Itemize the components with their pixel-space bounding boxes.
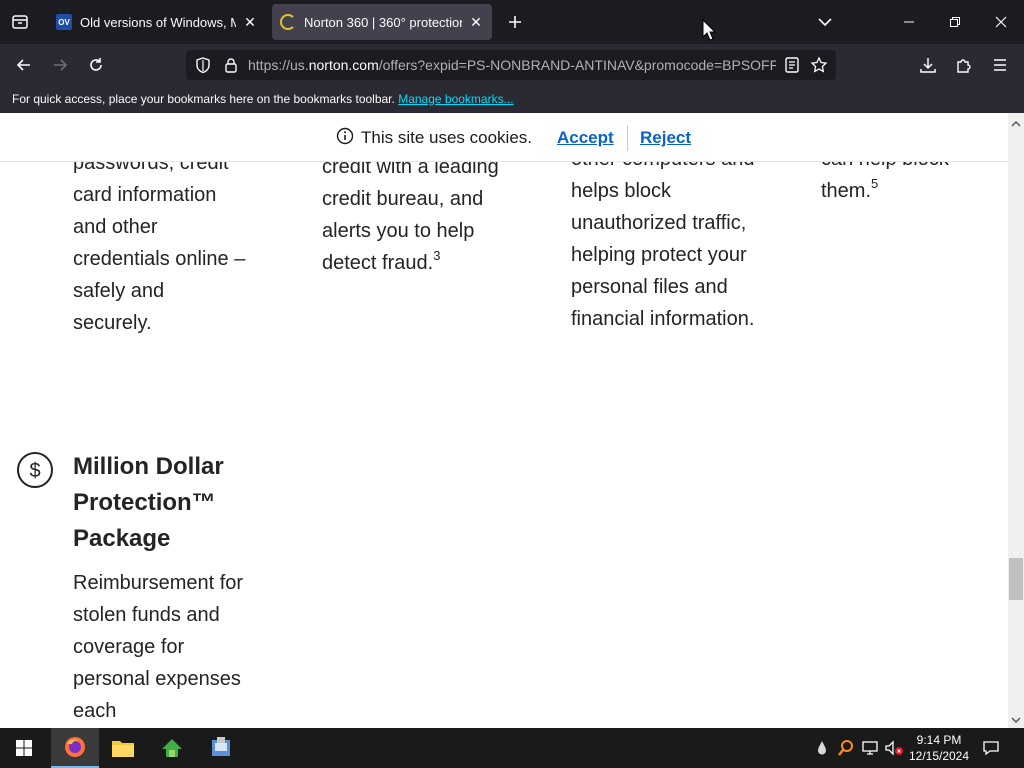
taskbar-installer-app[interactable]: [197, 728, 245, 768]
bookmarks-toolbar: For quick access, place your bookmarks h…: [0, 86, 1024, 113]
app-menu-button[interactable]: [986, 51, 1014, 79]
dollar-circle-icon: $: [16, 451, 54, 494]
arrow-left-icon: [16, 59, 30, 71]
url-suffix: /offers?expid=PS-NONBRAND-ANTINAV&promoc…: [378, 57, 776, 73]
notification-icon: [983, 741, 999, 756]
tab-norton[interactable]: Norton 360 | 360° protection fo ✕: [272, 4, 492, 40]
start-button[interactable]: [0, 728, 48, 768]
minimize-button[interactable]: [886, 0, 932, 44]
page-scrollbar[interactable]: [1008, 113, 1024, 728]
url-bar[interactable]: https://us.norton.com/offers?expid=PS-NO…: [186, 50, 836, 80]
footnote-marker: 3: [433, 248, 441, 263]
scrollbar-thumb[interactable]: [1009, 558, 1023, 600]
million-dollar-protection-title: Million Dollar Protection™ Package: [73, 453, 224, 552]
list-all-tabs-button[interactable]: [814, 12, 836, 32]
arrow-right-icon: [54, 59, 68, 71]
tab-close-icon[interactable]: ✕: [468, 14, 484, 30]
feature-text: credit with a leading credit bureau, and…: [322, 156, 499, 274]
feature-password-manager-text: passwords, credit card information and o…: [73, 147, 248, 339]
back-button[interactable]: [10, 51, 38, 79]
close-window-button[interactable]: [978, 0, 1024, 44]
volume-muted-tray-icon[interactable]: [884, 738, 904, 758]
tab-title: Norton 360 | 360° protection fo: [304, 14, 462, 30]
search-tray-icon[interactable]: [836, 738, 856, 758]
action-center-button[interactable]: [980, 738, 1002, 758]
cookie-message: This site uses cookies.: [361, 128, 533, 147]
hamburger-menu-icon: [994, 59, 1006, 71]
million-dollar-protection-description: Reimbursement for stolen funds and cover…: [73, 572, 244, 722]
puzzle-icon: [957, 59, 971, 73]
taskbar-firefox[interactable]: [51, 728, 99, 768]
firefox-view-button[interactable]: [8, 10, 32, 34]
minimize-icon: [904, 21, 914, 23]
url-prefix: https://us.: [248, 57, 309, 73]
feature-firewall-text: other computers and helps block unauthor…: [571, 143, 756, 335]
browser-titlebar: OV Old versions of Windows, Mac ✕ Norton…: [0, 0, 1024, 44]
mouse-pointer-icon: [702, 19, 716, 41]
bookmark-star-icon[interactable]: [810, 56, 828, 79]
navigation-toolbar: https://us.norton.com/offers?expid=PS-NO…: [0, 44, 1024, 86]
tab-title: Old versions of Windows, Mac: [80, 14, 236, 30]
lock-icon[interactable]: [222, 56, 240, 79]
windows-logo-icon: [16, 740, 32, 756]
firefox-view-icon: [12, 15, 28, 29]
tab-old-versions[interactable]: OV Old versions of Windows, Mac ✕: [48, 4, 266, 40]
accept-cookies-button[interactable]: Accept: [557, 128, 614, 148]
firefox-icon: [65, 737, 85, 757]
bookmarks-hint-text: For quick access, place your bookmarks h…: [12, 92, 395, 106]
info-icon: [336, 127, 354, 150]
taskbar-file-explorer[interactable]: [99, 728, 147, 768]
feature-credit-monitoring-text: credit with a leading credit bureau, and…: [322, 151, 507, 279]
cookie-divider: [627, 125, 628, 151]
plus-icon: [509, 16, 521, 28]
footnote-marker: 5: [871, 176, 879, 191]
forward-button[interactable]: [46, 51, 74, 79]
water-drop-tray-icon[interactable]: [812, 738, 832, 758]
feature-text: other computers and helps block unauthor…: [571, 148, 755, 330]
house-arrow-icon: [162, 739, 182, 757]
reload-button[interactable]: [82, 51, 110, 79]
new-tab-button[interactable]: [503, 10, 527, 34]
windows-taskbar: 9:14 PM 12/15/2024: [0, 728, 1024, 768]
scroll-down-arrow-icon[interactable]: [1011, 711, 1021, 729]
chevron-down-icon: [818, 18, 832, 27]
download-icon: [920, 58, 936, 73]
url-text[interactable]: https://us.norton.com/offers?expid=PS-NO…: [248, 57, 776, 73]
tab-close-icon[interactable]: ✕: [242, 14, 258, 30]
manage-bookmarks-link[interactable]: Manage bookmarks...: [398, 92, 513, 106]
close-icon: [995, 16, 1007, 28]
scroll-up-arrow-icon[interactable]: [1011, 115, 1021, 133]
downloads-button[interactable]: [914, 51, 942, 79]
network-tray-icon[interactable]: [860, 738, 880, 758]
taskbar-clock[interactable]: 9:14 PM 12/15/2024: [908, 732, 970, 764]
reader-view-icon[interactable]: [784, 56, 800, 79]
restore-icon: [950, 17, 960, 27]
restore-button[interactable]: [932, 0, 978, 44]
oldversion-favicon-icon: OV: [56, 14, 72, 30]
cookie-banner: This site uses cookies. Accept Reject: [0, 113, 1008, 162]
installer-icon: [212, 737, 230, 756]
folder-icon: [112, 741, 134, 757]
tracking-protection-shield-icon[interactable]: [194, 56, 212, 79]
clock-date: 12/15/2024: [908, 749, 970, 763]
web-page-content: This site uses cookies. Accept Reject pa…: [0, 113, 1008, 728]
clock-time: 9:14 PM: [916, 733, 962, 747]
taskbar-app-green[interactable]: [148, 728, 196, 768]
svg-text:$: $: [29, 460, 40, 482]
reload-icon: [90, 58, 102, 71]
loading-spinner-icon: [280, 14, 296, 30]
url-host: norton.com: [308, 57, 379, 73]
feature-text: passwords, credit card information and o…: [73, 152, 246, 334]
reject-cookies-button[interactable]: Reject: [640, 128, 691, 148]
extensions-button[interactable]: [950, 51, 978, 79]
